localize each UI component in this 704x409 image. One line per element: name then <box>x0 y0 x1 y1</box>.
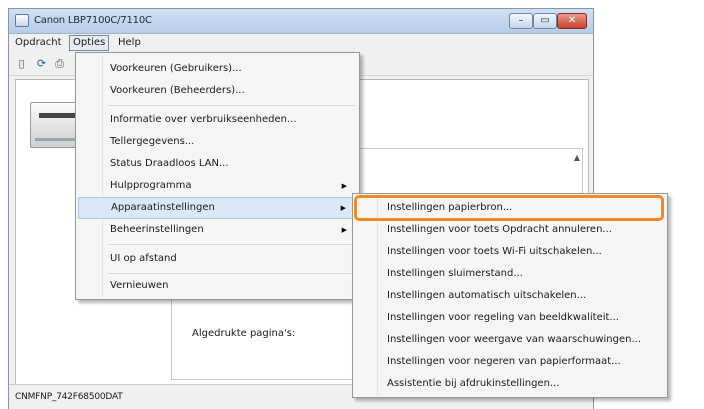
menu-item-label: Apparaatinstellingen <box>111 202 215 213</box>
menu-item-utility[interactable]: Hulpprogramma ▶ <box>78 175 357 197</box>
close-icon: ✕ <box>567 15 577 26</box>
menu-help[interactable]: Help <box>115 36 144 50</box>
menu-item-counter-info[interactable]: Tellergegevens... <box>78 131 357 153</box>
submenu-item-wifi-off-key[interactable]: Instellingen voor toets Wi-Fi uitschakel… <box>355 241 665 262</box>
submenu-item-label: Instellingen voor weergave van waarschuw… <box>387 334 642 345</box>
menu-item-wireless-lan-status[interactable]: Status Draadloos LAN... <box>78 153 357 175</box>
menu-item-label: Voorkeuren (Gebruikers)... <box>110 63 242 74</box>
menu-separator <box>108 273 355 274</box>
menu-item-label: Voorkeuren (Beheerders)... <box>110 85 245 96</box>
title-bar[interactable]: Canon LBP7100C/7110C – ▭ ✕ <box>9 9 593 34</box>
submenu-item-label: Instellingen voor toets Wi-Fi uitschakel… <box>387 246 602 257</box>
menu-item-remote-ui[interactable]: UI op afstand <box>78 248 357 270</box>
submenu-item-auto-shutdown[interactable]: Instellingen automatisch uitschakelen... <box>355 285 665 306</box>
status-bar-text: CNMFNP_742F68500DAT <box>15 392 123 402</box>
menu-item-consumables-info[interactable]: Informatie over verbruikseenheden... <box>78 109 357 131</box>
menu-item-label: Vernieuwen <box>110 280 169 291</box>
menu-separator <box>108 244 355 245</box>
app-icon <box>15 14 29 27</box>
minimize-button[interactable]: – <box>509 13 533 29</box>
submenu-arrow-icon: ▶ <box>341 182 347 190</box>
submenu-item-cancel-job-key[interactable]: Instellingen voor toets Opdracht annuler… <box>355 219 665 240</box>
menu-item-label: Tellergegevens... <box>110 136 195 147</box>
submenu-item-label: Instellingen voor negeren van papierform… <box>387 356 621 367</box>
sheet-icon[interactable]: ▯ <box>15 57 28 70</box>
menu-item-label: Beheerinstellingen <box>110 224 204 235</box>
menu-item-refresh[interactable]: Vernieuwen <box>78 275 357 297</box>
submenu-item-label: Instellingen voor toets Opdracht annuler… <box>387 224 612 235</box>
submenu-item-warning-display[interactable]: Instellingen voor weergave van waarschuw… <box>355 329 665 350</box>
submenu-item-print-assist[interactable]: Assistentie bij afdrukinstellingen... <box>355 373 665 394</box>
menu-item-preferences-users[interactable]: Voorkeuren (Gebruikers)... <box>78 58 357 80</box>
menu-item-device-settings[interactable]: Apparaatinstellingen ▶ <box>78 197 357 219</box>
window-title: Canon LBP7100C/7110C <box>34 15 152 26</box>
submenu-arrow-icon: ▶ <box>341 226 347 234</box>
minimize-icon: – <box>518 15 524 26</box>
menu-bar: Opdracht Opties Help <box>9 34 593 52</box>
printer-icon[interactable]: ⎙ <box>53 57 66 70</box>
printed-pages-label: Algedrukte pagina's: <box>192 328 296 339</box>
submenu-item-image-quality[interactable]: Instellingen voor regeling van beeldkwal… <box>355 307 665 328</box>
submenu-item-label: Instellingen automatisch uitschakelen... <box>387 290 587 301</box>
device-settings-submenu: Instellingen papierbron... Instellingen … <box>352 193 668 398</box>
menu-item-label: Informatie over verbruikseenheden... <box>110 114 297 125</box>
close-button[interactable]: ✕ <box>557 13 587 29</box>
submenu-item-label: Assistentie bij afdrukinstellingen... <box>387 378 560 389</box>
menu-item-label: UI op afstand <box>110 253 177 264</box>
menu-opties[interactable]: Opties <box>69 35 110 51</box>
menu-item-preferences-admins[interactable]: Voorkeuren (Beheerders)... <box>78 80 357 102</box>
menu-item-label: Status Draadloos LAN... <box>110 158 229 169</box>
submenu-arrow-icon: ▶ <box>340 204 346 212</box>
submenu-item-ignore-paper-size[interactable]: Instellingen voor negeren van papierform… <box>355 351 665 372</box>
refresh-icon[interactable]: ⟳ <box>35 57 48 70</box>
menu-item-label: Hulpprogramma <box>110 180 192 191</box>
menu-opdracht[interactable]: Opdracht <box>12 36 65 50</box>
scroll-up-arrow-icon[interactable]: ▲ <box>574 153 580 162</box>
submenu-item-label: Instellingen voor regeling van beeldkwal… <box>387 312 619 323</box>
options-menu: Voorkeuren (Gebruikers)... Voorkeuren (B… <box>75 52 360 300</box>
submenu-item-label: Instellingen sluimerstand... <box>387 268 523 279</box>
maximize-icon: ▭ <box>540 15 550 26</box>
highlight-annotation-ring <box>354 195 664 221</box>
menu-separator <box>108 105 355 106</box>
menu-item-management-settings[interactable]: Beheerinstellingen ▶ <box>78 219 357 241</box>
maximize-button[interactable]: ▭ <box>533 13 557 29</box>
submenu-item-sleep-mode[interactable]: Instellingen sluimerstand... <box>355 263 665 284</box>
